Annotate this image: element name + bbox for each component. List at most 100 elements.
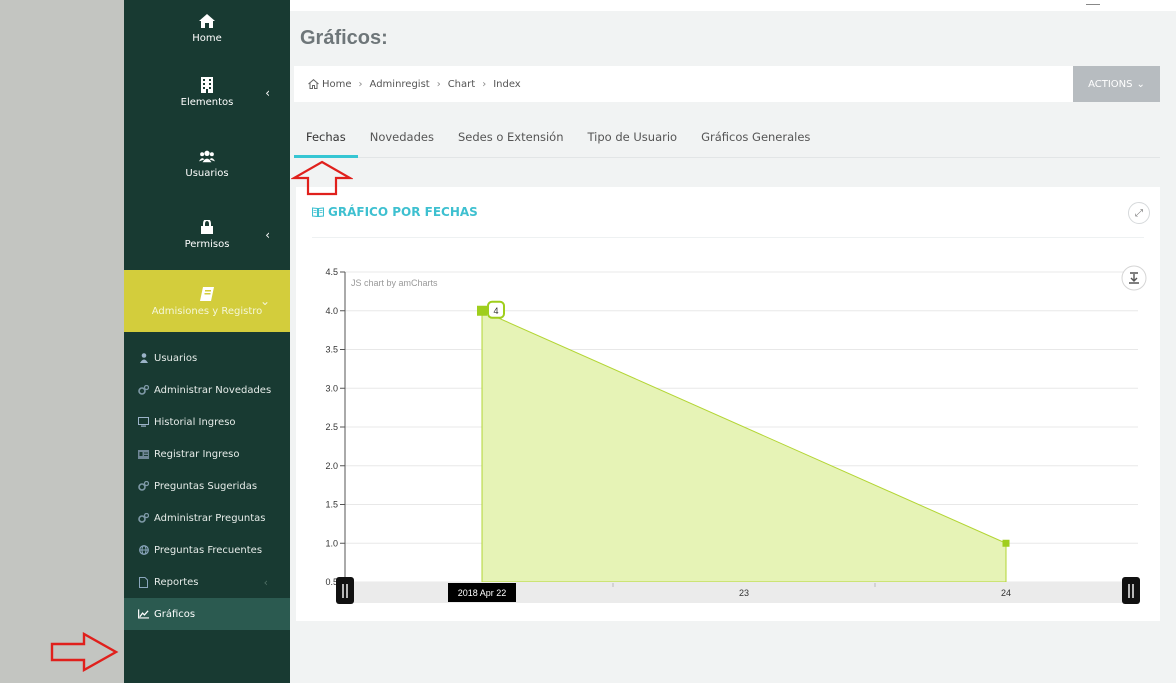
book-icon bbox=[199, 286, 215, 302]
submenu-item-registrar-ingreso[interactable]: Registrar Ingreso bbox=[124, 438, 290, 470]
expand-icon: ⤢ bbox=[1135, 207, 1143, 219]
chart-y-tick-label: 4.5 bbox=[325, 267, 338, 277]
submenu-item-preguntas-frecuentes[interactable]: Preguntas Frecuentes bbox=[124, 534, 290, 566]
user-icon bbox=[138, 353, 149, 364]
users-icon bbox=[199, 148, 215, 164]
chart-data-point[interactable] bbox=[1002, 539, 1010, 547]
chart-credit[interactable]: JS chart by amCharts bbox=[351, 278, 438, 288]
chart-y-tick-label: 2.0 bbox=[325, 461, 338, 471]
submenu-item-label: Preguntas Sugeridas bbox=[154, 480, 258, 492]
chart-x-tick-label: 2018 Apr 22 bbox=[458, 588, 507, 598]
card-divider bbox=[312, 237, 1144, 238]
chart-y-tick-label: 3.0 bbox=[325, 383, 338, 393]
actions-dropdown-button[interactable]: ACTIONS ⌄ bbox=[1073, 66, 1160, 102]
submenu-item-reportes[interactable]: Reportes ‹ bbox=[124, 566, 290, 598]
sidebar-item-home[interactable]: Home bbox=[124, 0, 290, 56]
chevron-right-icon: › bbox=[482, 78, 487, 90]
chevron-right-icon: › bbox=[358, 78, 363, 90]
sidebar-item-label: Admisiones y Registro bbox=[151, 305, 263, 317]
scrollbar-left-grip[interactable] bbox=[336, 577, 354, 604]
id-card-icon bbox=[138, 449, 149, 460]
chart-y-tick-label: 2.5 bbox=[325, 422, 338, 432]
chart-data-label: 4 bbox=[493, 306, 498, 316]
chart-card: GRÁFICO POR FECHAS ⤢ 0.5 1.0 1.5 2.0 2.5 3.0 3… bbox=[296, 187, 1160, 621]
fullscreen-button[interactable]: ⤢ bbox=[1128, 202, 1150, 224]
building-icon bbox=[199, 76, 215, 93]
breadcrumb-chart[interactable]: Chart bbox=[448, 79, 475, 90]
file-icon bbox=[138, 576, 149, 588]
left-gutter bbox=[0, 0, 124, 683]
tab-tipo-usuario[interactable]: Tipo de Usuario bbox=[576, 122, 690, 158]
chart-data-point[interactable] bbox=[477, 305, 487, 316]
desktop-icon bbox=[138, 417, 149, 428]
line-chart-icon bbox=[138, 609, 149, 620]
tab-bar: Fechas Novedades Sedes o Extensión Tipo … bbox=[294, 122, 1160, 158]
submenu-item-label: Preguntas Frecuentes bbox=[154, 544, 263, 556]
submenu: Usuarios Administrar Novedades Historial… bbox=[124, 332, 290, 630]
breadcrumb-adminregist[interactable]: Adminregist bbox=[370, 79, 430, 90]
page-title: Gráficos: bbox=[300, 27, 388, 49]
annotation-arrow-right-icon bbox=[50, 632, 119, 672]
chart-y-tick-label: 4.0 bbox=[325, 306, 338, 316]
book-open-icon bbox=[312, 207, 324, 217]
submenu-item-label: Registrar Ingreso bbox=[154, 448, 240, 460]
sidebar-item-label: Permisos bbox=[184, 238, 230, 250]
submenu-item-label: Administrar Novedades bbox=[154, 384, 272, 396]
chevron-left-icon: ‹ bbox=[263, 575, 268, 589]
tab-fechas[interactable]: Fechas bbox=[294, 122, 358, 158]
chart-y-tick-label: 1.5 bbox=[325, 500, 338, 510]
globe-icon bbox=[138, 545, 149, 556]
tab-graficos-generales[interactable]: Gráficos Generales bbox=[689, 122, 822, 158]
cogs-icon bbox=[138, 513, 149, 524]
chevron-down-icon: ⌄ bbox=[259, 294, 270, 308]
sidebar-item-label: Elementos bbox=[180, 96, 234, 108]
submenu-item-label: Gráficos bbox=[154, 608, 196, 620]
submenu-item-label: Administrar Preguntas bbox=[154, 512, 266, 524]
submenu-item-usuarios[interactable]: Usuarios bbox=[124, 342, 290, 374]
sidebar-item-usuarios[interactable]: Usuarios bbox=[124, 128, 290, 198]
breadcrumb-index: Index bbox=[493, 78, 521, 90]
chart-x-tick-label: 24 bbox=[1001, 588, 1011, 598]
submenu-item-preguntas-sugeridas[interactable]: Preguntas Sugeridas bbox=[124, 470, 290, 502]
chevron-left-icon: ‹ bbox=[265, 228, 270, 242]
home-outline-icon bbox=[308, 79, 319, 89]
submenu-item-administrar-novedades[interactable]: Administrar Novedades bbox=[124, 374, 290, 406]
actions-label: ACTIONS bbox=[1088, 78, 1133, 90]
submenu-item-label: Usuarios bbox=[154, 352, 198, 364]
sidebar-item-permisos[interactable]: Permisos ‹ bbox=[124, 198, 290, 270]
chart-x-tick-label: 23 bbox=[739, 588, 749, 598]
breadcrumb: Home › Adminregist › Chart › Index bbox=[294, 66, 1073, 102]
sidebar-item-elementos[interactable]: Elementos ‹ bbox=[124, 56, 290, 128]
chevron-left-icon: ‹ bbox=[265, 86, 270, 100]
chevron-right-icon: › bbox=[436, 78, 441, 90]
sidebar-item-label: Home bbox=[192, 32, 222, 44]
chart-y-tick-label: 1.0 bbox=[325, 538, 338, 548]
chevron-down-icon: ⌄ bbox=[1136, 78, 1145, 90]
chart-value-bullet: 4 bbox=[487, 300, 505, 319]
submenu-item-historial-ingreso[interactable]: Historial Ingreso bbox=[124, 406, 290, 438]
chart-y-axis: 0.51.01.52.02.53.03.54.04.5 bbox=[325, 267, 345, 587]
top-bar bbox=[290, 0, 1176, 11]
submenu-item-graficos[interactable]: Gráficos bbox=[124, 598, 290, 630]
chart-area bbox=[481, 309, 1007, 583]
minimize-indicator bbox=[1086, 4, 1100, 5]
sidebar-item-admisiones[interactable]: Admisiones y Registro ⌄ bbox=[124, 270, 290, 332]
main-content: Gráficos: Home › Adminregist › Chart › I… bbox=[290, 0, 1176, 683]
submenu-item-administrar-preguntas[interactable]: Administrar Preguntas bbox=[124, 502, 290, 534]
tab-sedes[interactable]: Sedes o Extensión bbox=[446, 122, 576, 158]
submenu-item-label: Reportes bbox=[154, 576, 199, 588]
annotation-arrow-up-icon bbox=[291, 160, 353, 196]
card-title-text: GRÁFICO POR FECHAS bbox=[328, 205, 478, 219]
chart-svg: 0.51.01.52.02.53.03.54.04.5 JS chart by … bbox=[325, 265, 1147, 604]
cogs-icon bbox=[138, 481, 149, 492]
tab-novedades[interactable]: Novedades bbox=[358, 122, 446, 158]
sidebar: Home Elementos ‹ Usuarios Permisos ‹ Adm… bbox=[124, 0, 290, 683]
export-menu-button[interactable] bbox=[1121, 265, 1147, 291]
home-icon bbox=[199, 13, 215, 29]
submenu-item-label: Historial Ingreso bbox=[154, 416, 236, 428]
scrollbar-right-grip[interactable] bbox=[1122, 577, 1140, 604]
chart-y-tick-label: 3.5 bbox=[325, 345, 338, 355]
lock-icon bbox=[199, 219, 215, 235]
breadcrumb-home[interactable]: Home bbox=[322, 79, 352, 90]
card-title: GRÁFICO POR FECHAS bbox=[312, 205, 478, 219]
